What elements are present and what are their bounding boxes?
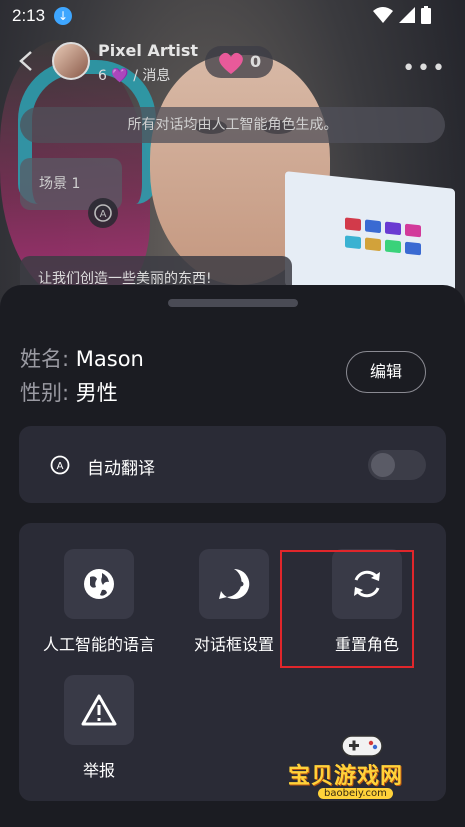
download-icon: ↓: [54, 7, 72, 25]
heart-icon: [219, 52, 243, 74]
character-avatar[interactable]: [52, 42, 90, 80]
chat-header: Pixel Artist 6 💜 / 消息 0 •••: [0, 36, 465, 92]
heart-count: 0: [250, 52, 262, 71]
translate-small-button[interactable]: A: [88, 198, 118, 228]
auto-translate-label: 自动翻译: [87, 459, 155, 479]
signal-icon: [399, 7, 415, 23]
name-label: 姓名:: [20, 347, 70, 371]
svg-text:A: A: [57, 461, 64, 472]
battery-icon: [421, 6, 431, 24]
heart-small-icon: 💜: [111, 68, 129, 84]
gender-label: 性别:: [20, 381, 70, 405]
wifi-icon: [373, 7, 393, 23]
gender-row: 性别: 男性: [20, 377, 118, 407]
message-count-label: / 消息: [133, 68, 171, 84]
option-report-label: 举报: [82, 761, 115, 780]
more-options-icon[interactable]: •••: [402, 56, 447, 81]
auto-translate-toggle[interactable]: [368, 450, 426, 480]
gamepad-icon: [341, 735, 383, 757]
watermark-title: 宝贝游戏网: [288, 764, 404, 789]
ai-notice: 所有对话均由人工智能角色生成。: [20, 107, 445, 143]
character-name[interactable]: Pixel Artist: [98, 41, 198, 60]
toggle-knob: [371, 453, 395, 477]
sheet-handle[interactable]: [168, 299, 298, 307]
auto-translate-card: A 自动翻译: [19, 426, 446, 503]
heart-counter[interactable]: 0: [205, 46, 273, 78]
watermark-logo: 宝贝游戏网 baobeiy.com: [288, 735, 438, 800]
edit-button[interactable]: 编辑: [346, 351, 426, 393]
svg-text:A: A: [100, 209, 107, 220]
status-bar: 2:13 ↓: [0, 0, 465, 30]
status-icons: [373, 6, 431, 24]
option-report[interactable]: 举报: [29, 675, 169, 781]
gender-value: 男性: [75, 381, 118, 405]
character-settings-sheet: 姓名: Mason 性别: 男性 编辑 A 自动翻译 人工智能的语言 对话框设置: [0, 285, 465, 827]
message-count-value: 6: [98, 68, 107, 84]
name-value: Mason: [75, 347, 144, 371]
warning-icon: [64, 675, 134, 745]
watermark-url: baobeiy.com: [318, 788, 393, 799]
message-count: 6 💜 / 消息: [98, 65, 170, 85]
option-ai-language-label: 人工智能的语言: [42, 635, 155, 654]
highlight-box: [280, 550, 414, 668]
status-time: 2:13: [12, 6, 46, 25]
auto-translate-icon: A: [50, 455, 70, 475]
globe-icon: [64, 549, 134, 619]
chat-dots-icon: [199, 549, 269, 619]
back-arrow-icon[interactable]: [16, 50, 38, 72]
option-ai-language[interactable]: 人工智能的语言: [29, 549, 169, 655]
translate-icon: A: [94, 204, 112, 222]
monitor-image: [285, 171, 455, 304]
name-row: 姓名: Mason: [20, 343, 144, 373]
